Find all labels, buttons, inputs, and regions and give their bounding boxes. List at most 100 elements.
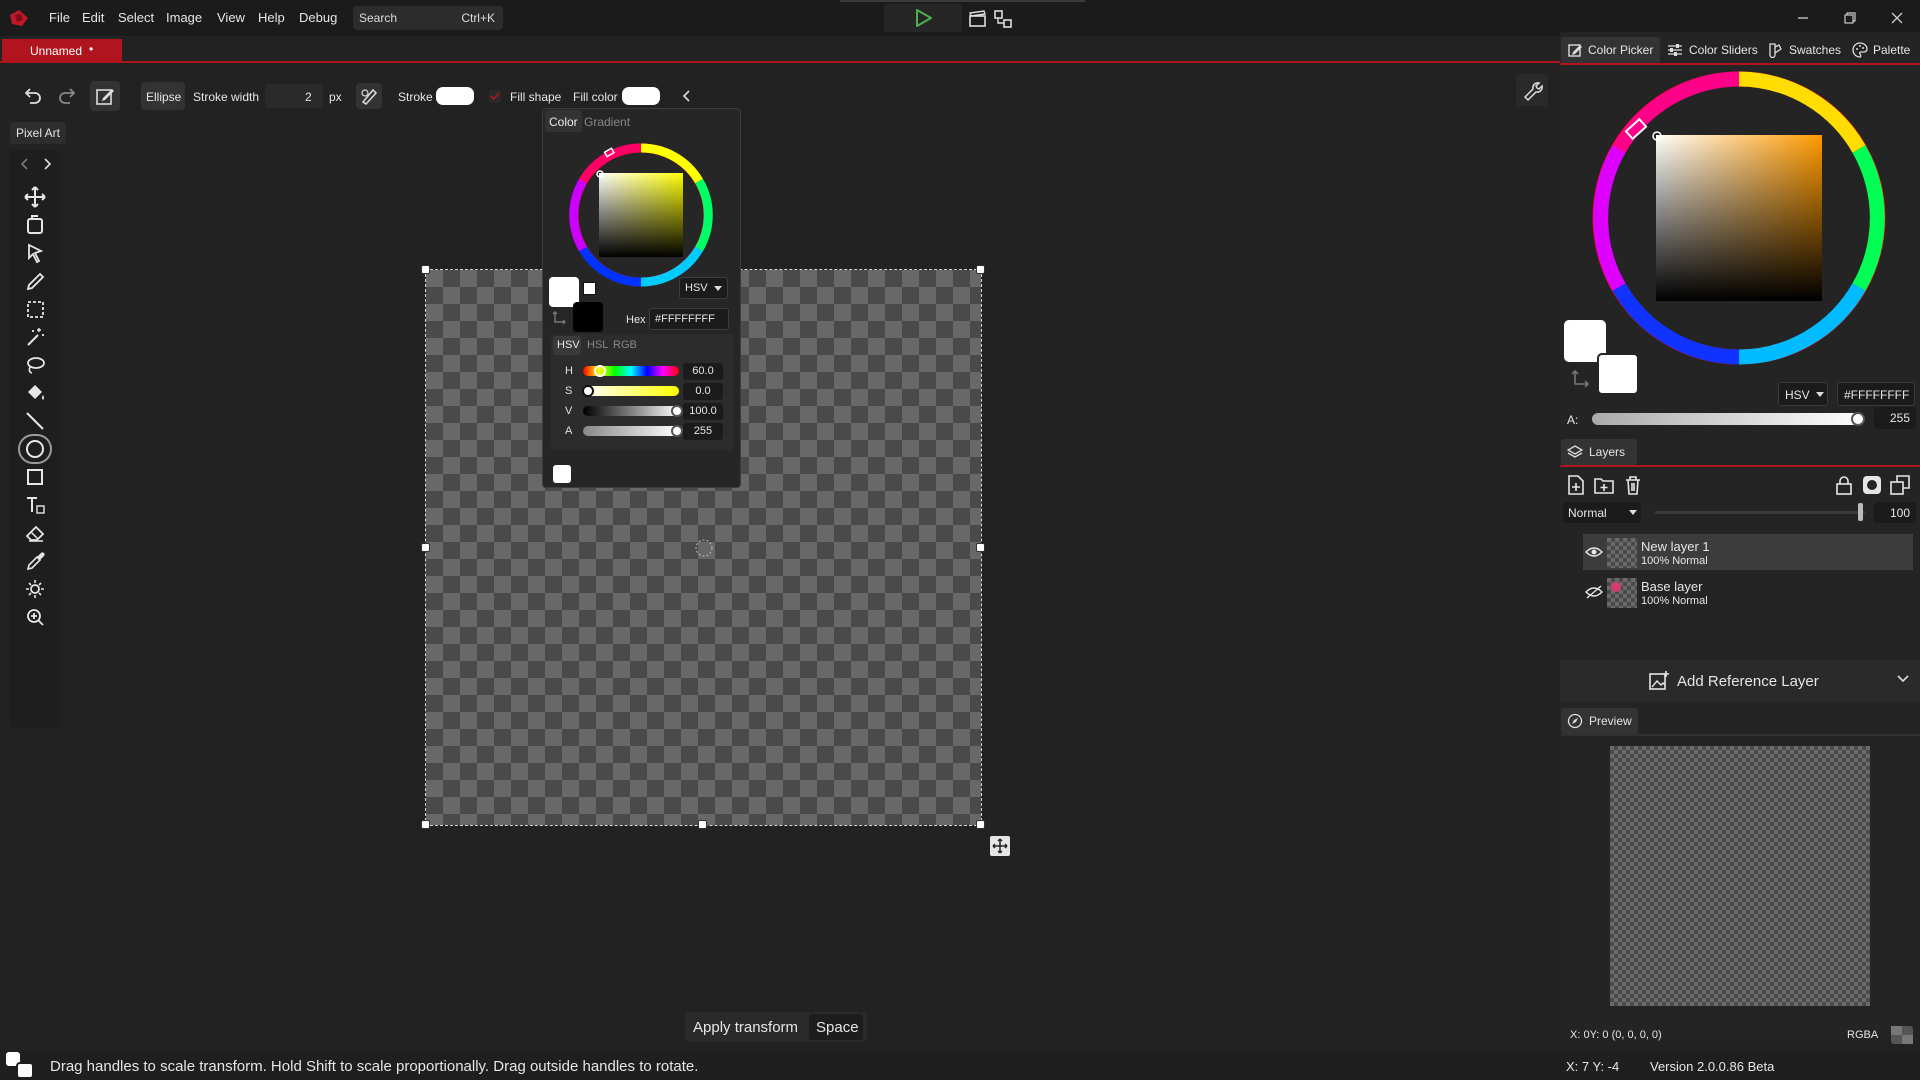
slider-v-value[interactable]: 100.0 xyxy=(683,403,723,420)
popup-recent-swatch[interactable] xyxy=(553,465,571,483)
swap-colors-button[interactable] xyxy=(1570,368,1592,390)
tab-palette[interactable]: Palette xyxy=(1852,37,1918,63)
slider-a-track[interactable] xyxy=(583,426,679,436)
secondary-color-swatch[interactable] xyxy=(1597,353,1639,395)
handle-middle-right[interactable] xyxy=(976,543,985,552)
handle-top-right[interactable] xyxy=(976,265,985,274)
duplicate-layer-button[interactable] xyxy=(1889,474,1911,496)
popup-tab-color[interactable]: Color xyxy=(545,110,582,132)
popup-small-swatch[interactable] xyxy=(583,282,596,295)
slider-s-value[interactable]: 0.0 xyxy=(683,383,723,400)
edit-mode-button[interactable] xyxy=(90,81,120,111)
text-tool[interactable] xyxy=(18,490,52,520)
primary-secondary-icon[interactable] xyxy=(5,1051,37,1079)
color-format-label[interactable]: RGBA xyxy=(1847,1029,1878,1041)
fill-bucket-tool[interactable] xyxy=(18,378,52,408)
menu-select[interactable]: Select xyxy=(118,10,154,25)
popup-mode-dropdown[interactable]: HSV xyxy=(679,277,728,299)
handle-middle-left[interactable] xyxy=(421,543,430,552)
menu-view[interactable]: View xyxy=(217,10,245,25)
move-transform-handle[interactable] xyxy=(990,836,1010,856)
handle-top-left[interactable] xyxy=(421,265,430,274)
tab-color-picker[interactable]: Color Picker xyxy=(1561,37,1660,63)
document-tab[interactable]: Unnamed • xyxy=(2,39,122,63)
slider-s-thumb[interactable] xyxy=(582,385,594,397)
undo-button[interactable] xyxy=(17,81,47,111)
settings-wrench-button[interactable] xyxy=(1516,74,1548,106)
main-hue-ring[interactable] xyxy=(1590,69,1888,367)
popup-hex-input[interactable]: #FFFFFFFF xyxy=(649,308,729,330)
layer-row-base-layer[interactable]: Base layer 100% Normal xyxy=(1583,574,1913,610)
tools-next-button[interactable] xyxy=(38,154,56,174)
handle-bottom-middle[interactable] xyxy=(698,820,707,829)
slider-a-thumb[interactable] xyxy=(671,425,683,437)
slider-h-value[interactable]: 60.0 xyxy=(683,363,723,380)
brightness-tool[interactable] xyxy=(18,574,52,604)
tab-swatches[interactable]: Swatches xyxy=(1767,37,1847,63)
redo-button[interactable] xyxy=(53,81,83,111)
layers-tab[interactable]: Layers xyxy=(1561,439,1637,465)
color-mode-dropdown[interactable]: HSV xyxy=(1778,382,1828,406)
menu-help[interactable]: Help xyxy=(258,10,285,25)
popup-secondary-swatch[interactable] xyxy=(573,302,603,332)
handle-bottom-left[interactable] xyxy=(421,820,430,829)
alpha-value[interactable]: 255 xyxy=(1874,407,1916,429)
line-tool[interactable] xyxy=(18,406,52,436)
new-layer-button[interactable] xyxy=(1565,474,1587,496)
rectangle-tool[interactable] xyxy=(18,462,52,492)
move-tool[interactable] xyxy=(18,182,52,212)
opacity-slider-thumb[interactable] xyxy=(1858,503,1863,521)
maximize-button[interactable] xyxy=(1840,8,1860,28)
tab-color-sliders[interactable]: Color Sliders xyxy=(1667,37,1759,63)
preview-tab[interactable]: Preview xyxy=(1561,708,1638,734)
collapse-options-button[interactable] xyxy=(679,86,693,106)
popup-hue-ring[interactable] xyxy=(567,141,715,289)
fill-shape-checkbox[interactable] xyxy=(489,90,501,102)
transform-pivot-icon[interactable] xyxy=(694,538,714,558)
ellipse-tool[interactable] xyxy=(18,434,52,464)
popup-subtab-rgb[interactable]: RGB xyxy=(613,339,637,351)
lock-layer-button[interactable] xyxy=(1833,474,1855,496)
preview-canvas[interactable] xyxy=(1610,746,1870,1006)
menu-file[interactable]: File xyxy=(49,10,70,25)
layer-mask-button[interactable] xyxy=(1861,474,1883,496)
popup-subtab-hsv[interactable]: HSV xyxy=(553,336,581,355)
add-reference-layer-button[interactable]: Add Reference Layer xyxy=(1560,660,1920,702)
handle-bottom-right[interactable] xyxy=(976,820,985,829)
clapperboard-icon[interactable] xyxy=(968,9,988,29)
new-group-button[interactable] xyxy=(1593,474,1615,496)
shape-ellipse-chip[interactable]: Ellipse xyxy=(141,82,185,110)
close-button[interactable] xyxy=(1887,8,1907,28)
slider-s-track[interactable] xyxy=(583,386,679,396)
tools-prev-button[interactable] xyxy=(16,154,34,174)
apply-transform-button[interactable]: Apply transform Space xyxy=(685,1012,867,1042)
slider-h-thumb[interactable] xyxy=(594,365,606,377)
menu-edit[interactable]: Edit xyxy=(82,10,104,25)
antialias-toggle[interactable] xyxy=(356,83,382,109)
slider-v-thumb[interactable] xyxy=(671,405,683,417)
opacity-slider-track[interactable] xyxy=(1655,511,1865,514)
alpha-slider-thumb[interactable] xyxy=(1851,412,1865,426)
popup-tab-gradient[interactable]: Gradient xyxy=(584,115,630,129)
select-arrow-tool[interactable] xyxy=(18,238,52,268)
popup-subtab-hsl[interactable]: HSL xyxy=(587,339,608,351)
crop-tool[interactable] xyxy=(18,210,52,240)
menu-debug[interactable]: Debug xyxy=(299,10,337,25)
layer-row-new-layer-1[interactable]: New layer 1 100% Normal xyxy=(1583,534,1913,570)
slider-a-value[interactable]: 255 xyxy=(683,423,723,440)
stroke-width-input[interactable]: 2 xyxy=(265,84,323,108)
search-input[interactable]: Search Ctrl+K xyxy=(353,6,503,30)
alpha-slider-track[interactable] xyxy=(1592,413,1864,425)
swap-colors-icon[interactable] xyxy=(551,309,569,327)
delete-layer-button[interactable] xyxy=(1622,474,1644,496)
stroke-color-swatch[interactable] xyxy=(436,87,474,105)
eraser-tool[interactable] xyxy=(18,518,52,548)
menu-image[interactable]: Image xyxy=(166,10,202,25)
magic-wand-tool[interactable] xyxy=(18,322,52,352)
minimize-button[interactable] xyxy=(1793,8,1813,28)
hex-input[interactable]: #FFFFFFFF xyxy=(1837,382,1915,406)
lasso-tool[interactable] xyxy=(18,350,52,380)
slider-v-track[interactable] xyxy=(583,406,679,416)
zoom-tool[interactable] xyxy=(18,602,52,632)
pencil-tool[interactable] xyxy=(18,266,52,296)
